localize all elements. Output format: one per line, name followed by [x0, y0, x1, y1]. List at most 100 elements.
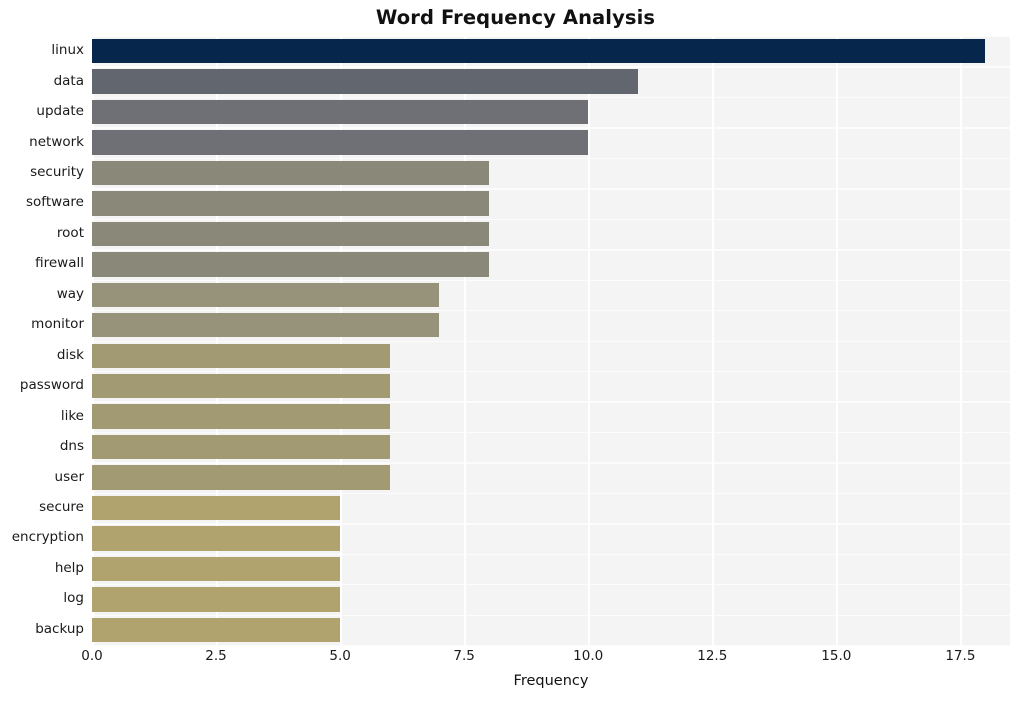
y-tick-label-user: user — [54, 468, 84, 485]
y-axis-tick-labels: linux data update network security software ro… — [0, 36, 84, 645]
bar-row — [92, 160, 1010, 186]
horizontal-gridline — [92, 188, 1010, 190]
chart-figure: Word Frequency Analysis linux data update n… — [0, 0, 1031, 701]
horizontal-gridline — [92, 96, 1010, 99]
x-tick-label-12.5: 12.5 — [697, 648, 728, 664]
x-tick-label-2.5: 2.5 — [205, 648, 227, 664]
y-tick-label-root: root — [56, 224, 84, 241]
y-tick-label-password: password — [19, 377, 84, 394]
horizontal-gridline — [92, 36, 1010, 38]
bar-row — [92, 252, 1010, 277]
bar-row — [92, 282, 1010, 307]
bar-software — [92, 191, 489, 216]
bar-network — [92, 130, 589, 155]
bar-password — [92, 373, 390, 399]
x-tick-label-15.0: 15.0 — [821, 648, 852, 664]
vertical-gridline — [216, 36, 218, 645]
bar-row — [92, 69, 1010, 94]
horizontal-gridline — [92, 157, 1010, 160]
y-tick-label-encryption: encryption — [11, 529, 84, 546]
bar-data — [92, 69, 638, 94]
horizontal-gridline — [92, 401, 1010, 403]
horizontal-gridline — [92, 431, 1010, 434]
y-tick-label-security: security — [30, 164, 84, 181]
horizontal-gridline — [92, 218, 1010, 221]
x-axis-tick-labels: 0.0 2.5 5.0 7.5 10.0 12.5 15.0 17.5 — [81, 648, 1010, 670]
bar-row — [92, 191, 1010, 216]
horizontal-gridline — [92, 462, 1010, 464]
horizontal-gridline — [92, 66, 1010, 68]
bar-backup — [92, 617, 341, 642]
y-tick-label-data: data — [53, 72, 84, 89]
x-tick-label-17.5: 17.5 — [945, 648, 976, 664]
bar-row — [92, 39, 1010, 64]
y-tick-label-disk: disk — [56, 346, 84, 363]
bar-security — [92, 160, 489, 186]
y-tick-label-way: way — [56, 285, 84, 302]
horizontal-gridline — [92, 645, 1010, 647]
bar-disk — [92, 343, 390, 368]
y-tick-label-dns: dns — [59, 438, 84, 455]
horizontal-gridline — [92, 279, 1010, 281]
horizontal-gridline — [92, 127, 1010, 129]
bar-linux — [92, 39, 986, 64]
y-tick-label-linux: linux — [51, 42, 84, 59]
vertical-gridline — [836, 36, 838, 645]
vertical-gridline — [588, 36, 590, 645]
x-tick-label-7.5: 7.5 — [453, 648, 475, 664]
vertical-gridline — [92, 36, 94, 645]
x-axis-label: Frequency — [513, 673, 589, 689]
bar-dns — [92, 434, 390, 460]
vertical-gridline — [960, 36, 962, 645]
y-tick-label-software: software — [26, 194, 84, 211]
bar-secure — [92, 495, 341, 521]
bar-row — [92, 495, 1010, 521]
bar-row — [92, 221, 1010, 247]
bar-row — [92, 99, 1010, 125]
y-tick-label-secure: secure — [39, 498, 84, 515]
y-tick-label-update: update — [36, 103, 84, 120]
bar-row — [92, 130, 1010, 155]
bar-row — [92, 313, 1010, 338]
bar-firewall — [92, 252, 489, 277]
bar-row — [92, 434, 1010, 460]
horizontal-gridline — [92, 553, 1010, 556]
y-tick-label-backup: backup — [35, 620, 84, 637]
horizontal-gridline — [92, 249, 1010, 251]
x-tick-label-10.0: 10.0 — [573, 648, 604, 664]
y-tick-label-log: log — [63, 590, 84, 607]
bar-monitor — [92, 313, 440, 338]
bar-row — [92, 373, 1010, 399]
x-tick-label-5.0: 5.0 — [329, 648, 351, 664]
horizontal-gridline — [92, 614, 1010, 616]
y-tick-label-like: like — [60, 407, 84, 424]
bar-row — [92, 465, 1010, 490]
y-tick-label-firewall: firewall — [35, 255, 84, 272]
bar-row — [92, 343, 1010, 368]
vertical-gridline — [340, 36, 342, 645]
plot-area — [92, 36, 1010, 647]
bar-encryption — [92, 526, 341, 551]
bar-help — [92, 556, 341, 582]
horizontal-gridline — [92, 523, 1010, 525]
horizontal-gridline — [92, 370, 1010, 373]
y-tick-label-help: help — [54, 559, 84, 576]
bar-root — [92, 221, 489, 247]
bar-log — [92, 587, 341, 612]
bar-row — [92, 526, 1010, 551]
bar-row — [92, 556, 1010, 582]
bar-row — [92, 587, 1010, 612]
bar-row — [92, 404, 1010, 429]
horizontal-gridline — [92, 584, 1010, 586]
chart-title: Word Frequency Analysis — [375, 6, 656, 29]
bar-row — [92, 617, 1010, 642]
bar-update — [92, 99, 589, 125]
bar-user — [92, 465, 390, 490]
horizontal-gridline — [92, 340, 1010, 342]
bar-way — [92, 282, 440, 307]
bar-like — [92, 404, 390, 429]
x-tick-label-0.0: 0.0 — [81, 648, 103, 664]
y-tick-label-network: network — [29, 133, 84, 150]
horizontal-gridline — [92, 310, 1010, 312]
vertical-gridline — [464, 36, 466, 645]
